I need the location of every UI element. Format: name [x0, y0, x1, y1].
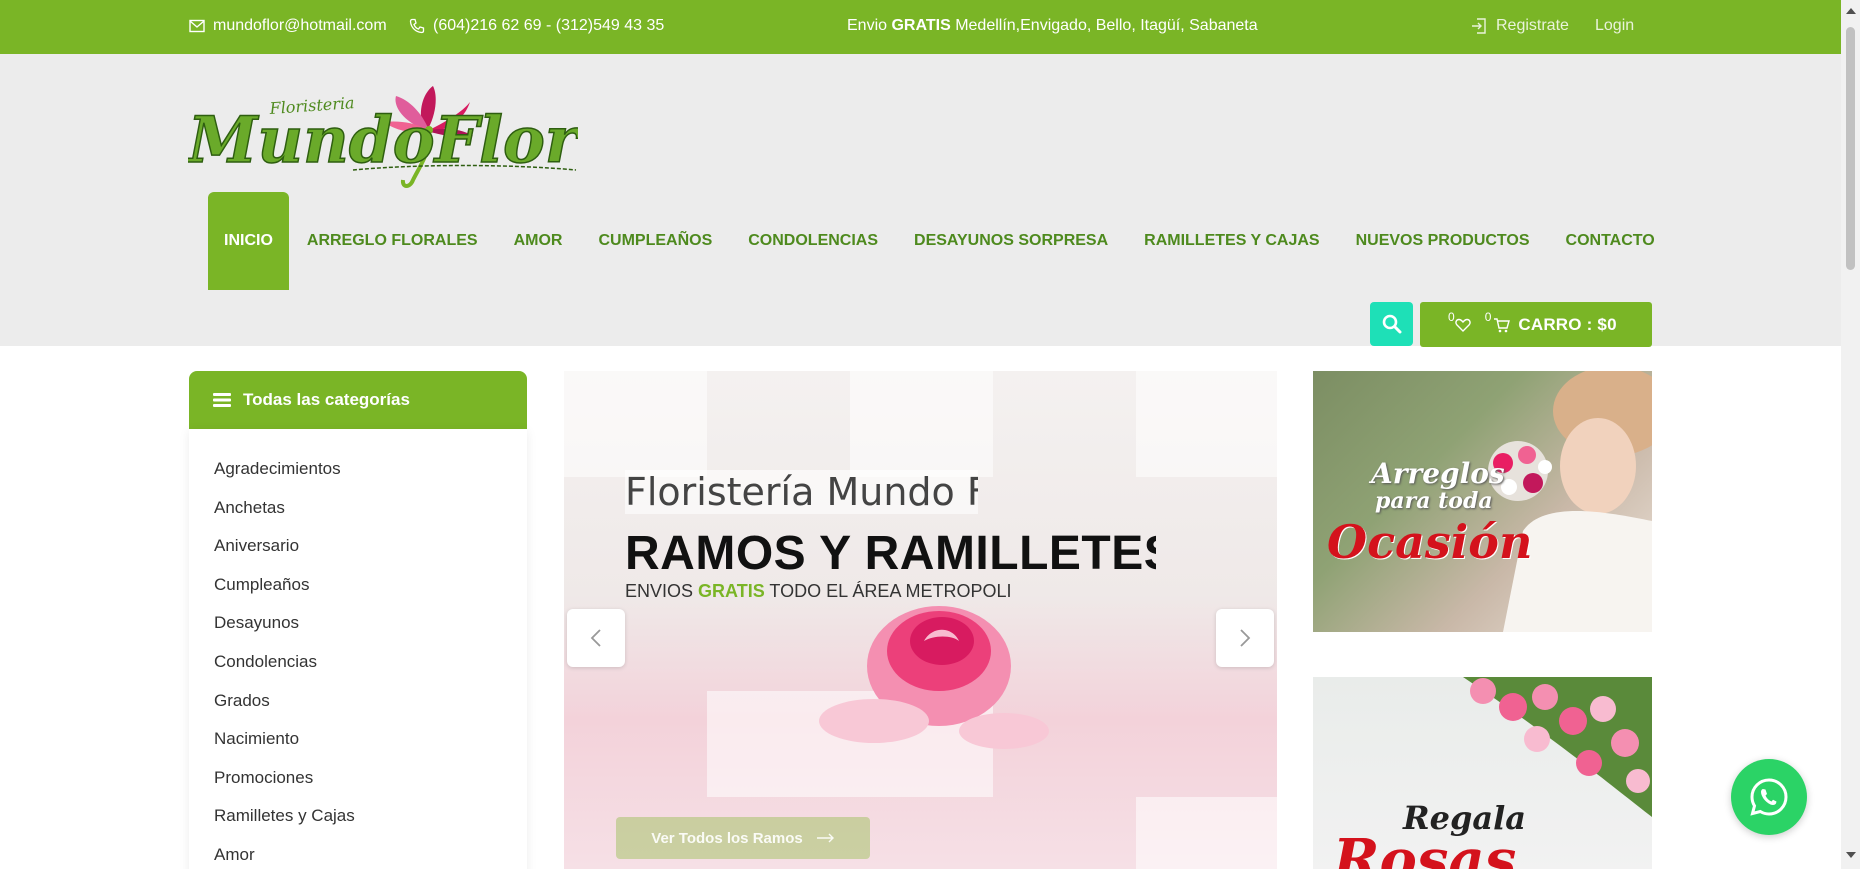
whatsapp-icon [1750, 778, 1788, 816]
banner1-line3: Ocasión [1327, 515, 1533, 569]
banner2-line2: Rosas [1333, 827, 1517, 869]
cart-icon [1494, 317, 1511, 332]
whatsapp-button[interactable] [1731, 759, 1807, 835]
wishlist-count: 0 [1448, 309, 1455, 324]
cart-label: CARRO : $0 [1518, 314, 1617, 334]
phone-icon [409, 18, 425, 34]
category-item[interactable]: Cumpleaños [214, 575, 527, 614]
chevron-right-icon [1240, 629, 1251, 647]
slider-sub-prefix: ENVIOS [625, 581, 694, 601]
site-header: Floristeria MundoFlor INICIO ARREGLO FLO… [0, 54, 1841, 347]
nav-item-amor[interactable]: AMOR [496, 192, 581, 290]
category-item[interactable]: Desayunos [214, 613, 527, 652]
slider-sub-suffix: TODO EL ÁREA METROPOLITANA [769, 581, 1011, 601]
banner-occasions[interactable]: Arreglos para toda Ocasión [1313, 371, 1652, 632]
cart-count: 0 [1484, 309, 1492, 324]
mail-icon [189, 19, 205, 33]
categories-header[interactable]: Todas las categorías [189, 371, 527, 429]
top-bar: mundoflor@hotmail.com (604)216 62 69 - (… [0, 0, 1841, 54]
slider-sub-free: GRATIS [698, 581, 765, 601]
slider-heading: RAMOS Y RAMILLETES [625, 527, 1156, 580]
nav-item-cumpleanos[interactable]: CUMPLEAÑOS [580, 192, 730, 290]
shipping-notice: Envio GRATIS Medellín,Envigado, Bello, I… [847, 17, 1258, 35]
arrow-right-icon [816, 833, 834, 843]
banner-roses[interactable]: Regala Rosas [1313, 677, 1652, 869]
category-item[interactable]: Nacimiento [214, 729, 527, 768]
category-item[interactable]: Amor [214, 845, 527, 869]
wishlist-button[interactable]: 0 [1448, 310, 1471, 332]
category-item[interactable]: Aniversario [214, 536, 527, 575]
heart-icon [1454, 318, 1471, 332]
cart-summary: 0 CARRO : $0 [1485, 310, 1617, 335]
email-text: mundoflor@hotmail.com [213, 17, 387, 34]
categories-title: Todas las categorías [243, 390, 410, 409]
nav-item-desayunos-sorpresa[interactable]: DESAYUNOS SORPRESA [896, 192, 1126, 290]
menu-icon [213, 393, 231, 407]
nav-item-inicio[interactable]: INICIO [208, 192, 289, 290]
slider-tile [850, 371, 993, 477]
scrollbar-thumb[interactable] [1846, 27, 1855, 270]
register-link[interactable]: Registrate [1470, 17, 1569, 35]
phone-text: (604)216 62 69 - (312)549 43 35 [433, 17, 665, 34]
nav-item-ramilletes-y-cajas[interactable]: RAMILLETES Y CAJAS [1126, 192, 1337, 290]
banner1-line1: Arreglos [1371, 457, 1505, 490]
shipping-free: GRATIS [891, 17, 951, 34]
category-item[interactable]: Agradecimientos [214, 459, 527, 498]
category-item[interactable]: Anchetas [214, 498, 527, 537]
nav-item-contacto[interactable]: CONTACTO [1548, 192, 1673, 290]
page-scrollbar[interactable] [1841, 0, 1860, 869]
category-item[interactable]: Promociones [214, 768, 527, 807]
nav-item-condolencias[interactable]: CONDOLENCIAS [730, 192, 896, 290]
search-button[interactable] [1370, 302, 1413, 346]
slider-prev-button[interactable] [567, 609, 625, 667]
scroll-down-icon[interactable] [1846, 852, 1856, 858]
slider-next-button[interactable] [1216, 609, 1274, 667]
categories-list: Agradecimientos Anchetas Aniversario Cum… [189, 429, 527, 869]
search-icon [1382, 314, 1401, 334]
view-bouquets-label: Ver Todos los Ramos [651, 829, 803, 847]
nav-item-nuevos-productos[interactable]: NUEVOS PRODUCTOS [1338, 192, 1548, 290]
slider-title: Floristería Mundo Flor [625, 470, 978, 514]
contact-phone[interactable]: (604)216 62 69 - (312)549 43 35 [409, 17, 664, 35]
slider-tile [564, 371, 707, 477]
shipping-cities: Medellín,Envigado, Bello, Itagüí, Sabane… [955, 17, 1258, 34]
slider-subtitle: ENVIOS GRATIS TODO EL ÁREA METROPOLITANA [625, 581, 1011, 602]
site-logo[interactable]: Floristeria MundoFlor [188, 84, 578, 194]
logo-big-text: MundoFlor [188, 103, 578, 178]
contact-email[interactable]: mundoflor@hotmail.com [189, 17, 387, 35]
main-nav: INICIO ARREGLO FLORALES AMOR CUMPLEAÑOS … [208, 192, 1673, 290]
category-item[interactable]: Condolencias [214, 652, 527, 691]
scroll-up-icon[interactable] [1846, 8, 1856, 14]
category-item[interactable]: Ramilletes y Cajas [214, 806, 527, 845]
nav-item-arreglo-florales[interactable]: ARREGLO FLORALES [289, 192, 496, 290]
register-label: Registrate [1496, 17, 1569, 34]
banner1-line2: para toda [1375, 488, 1493, 514]
slider-tile [1136, 371, 1277, 477]
shipping-prefix: Envio [847, 17, 888, 34]
login-icon [1472, 18, 1486, 34]
view-bouquets-button[interactable]: Ver Todos los Ramos [616, 817, 870, 859]
cart-button[interactable]: 0 0 CARRO : $0 [1420, 302, 1652, 347]
login-link[interactable]: Login [1595, 17, 1634, 35]
chevron-left-icon [590, 629, 601, 647]
slider-tile [1136, 797, 1277, 869]
hero-slider: Floristería Mundo Flor RAMOS Y RAMILLETE… [564, 371, 1277, 869]
category-item[interactable]: Grados [214, 691, 527, 730]
